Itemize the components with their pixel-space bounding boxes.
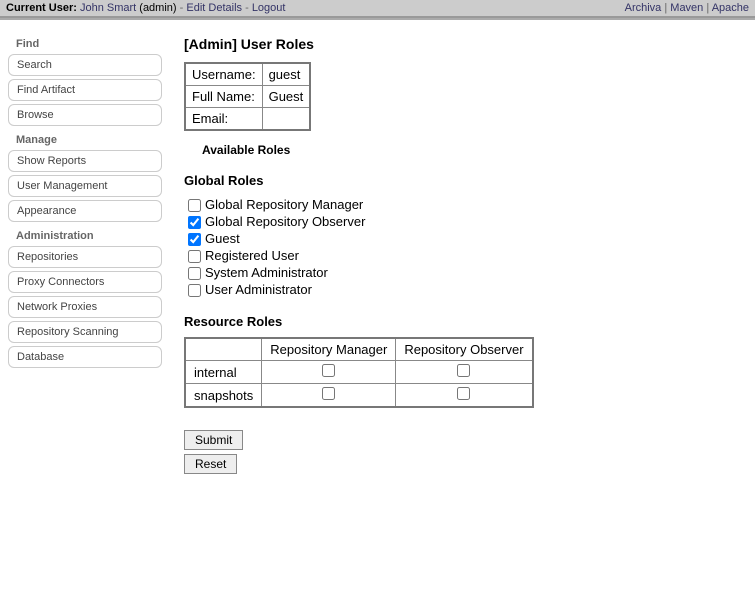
main-content: [Admin] User Roles Username: guest Full … [170,20,755,488]
current-user-link[interactable]: John Smart [80,2,136,14]
sidebar-item-repositories[interactable]: Repositories [8,246,162,268]
global-role-label: Guest [205,231,240,246]
resource-col-manager: Repository Manager [262,338,396,361]
resource-row-name: internal [185,361,262,384]
sidebar-item-browse[interactable]: Browse [8,104,162,126]
resource-cell [396,361,533,384]
global-role-checkbox[interactable] [188,250,201,263]
global-role-row: Guest [188,230,741,247]
link-archiva[interactable]: Archiva [625,2,662,14]
sidebar-item-find-artifact[interactable]: Find Artifact [8,79,162,101]
global-role-checkbox[interactable] [188,267,201,280]
link-maven[interactable]: Maven [670,2,703,14]
resource-role-checkbox[interactable] [322,387,335,400]
global-role-label: User Administrator [205,282,312,297]
resource-col-blank [185,338,262,361]
sidebar-item-appearance[interactable]: Appearance [8,200,162,222]
table-row: Full Name: Guest [185,86,310,108]
resource-roles-heading: Resource Roles [184,314,741,329]
resource-roles-table: Repository Manager Repository Observer i… [184,337,534,408]
global-role-checkbox[interactable] [188,199,201,212]
reset-button[interactable]: Reset [184,454,237,474]
sidebar-item-repository-scanning[interactable]: Repository Scanning [8,321,162,343]
resource-role-checkbox[interactable] [457,387,470,400]
table-row: snapshots [185,384,533,408]
table-row: Email: [185,108,310,131]
global-role-row: Global Repository Manager [188,196,741,213]
table-row: Username: guest [185,63,310,86]
submit-button[interactable]: Submit [184,430,243,450]
sidebar-item-show-reports[interactable]: Show Reports [8,150,162,172]
sidebar-item-user-management[interactable]: User Management [8,175,162,197]
global-role-row: Registered User [188,247,741,264]
resource-tbody: internalsnapshots [185,361,533,408]
sidebar-item-network-proxies[interactable]: Network Proxies [8,296,162,318]
table-row: internal [185,361,533,384]
global-roles-list: Global Repository Manager Global Reposito… [188,196,741,298]
global-role-label: Global Repository Manager [205,197,363,212]
global-role-checkbox[interactable] [188,284,201,297]
page-title: [Admin] User Roles [184,36,741,52]
global-role-row: Global Repository Observer [188,213,741,230]
global-role-checkbox[interactable] [188,233,201,246]
global-role-checkbox[interactable] [188,216,201,229]
global-role-label: Registered User [205,248,299,263]
topbar-right: Archiva | Maven | Apache [625,2,749,14]
edit-details-link[interactable]: Edit Details [186,2,242,14]
resource-cell [396,384,533,408]
resource-col-observer: Repository Observer [396,338,533,361]
username-value: guest [262,63,310,86]
resource-role-checkbox[interactable] [322,364,335,377]
topbar: Current User: John Smart (admin) - Edit … [0,0,755,18]
logout-link[interactable]: Logout [252,2,286,14]
sidebar-item-proxy-connectors[interactable]: Proxy Connectors [8,271,162,293]
sidebar: Find Search Find Artifact Browse Manage … [0,20,170,488]
global-role-label: System Administrator [205,265,328,280]
sidebar-heading-find: Find [16,38,162,50]
sidebar-heading-administration: Administration [16,230,162,242]
resource-cell [262,384,396,408]
resource-row-name: snapshots [185,384,262,408]
global-role-row: System Administrator [188,264,741,281]
username-label: Username: [185,63,262,86]
global-roles-heading: Global Roles [184,173,741,188]
email-value [262,108,310,131]
user-info-table: Username: guest Full Name: Guest Email: [184,62,311,131]
resource-cell [262,361,396,384]
sidebar-heading-manage: Manage [16,134,162,146]
email-label: Email: [185,108,262,131]
available-roles-heading: Available Roles [202,143,741,157]
resource-role-checkbox[interactable] [457,364,470,377]
sidebar-item-search[interactable]: Search [8,54,162,76]
global-role-row: User Administrator [188,281,741,298]
link-apache[interactable]: Apache [712,2,749,14]
fullname-value: Guest [262,86,310,108]
sidebar-item-database[interactable]: Database [8,346,162,368]
fullname-label: Full Name: [185,86,262,108]
current-user-label: Current User: [6,2,77,14]
current-user-role: (admin) [139,2,176,14]
global-role-label: Global Repository Observer [205,214,365,229]
topbar-left: Current User: John Smart (admin) - Edit … [6,2,285,14]
